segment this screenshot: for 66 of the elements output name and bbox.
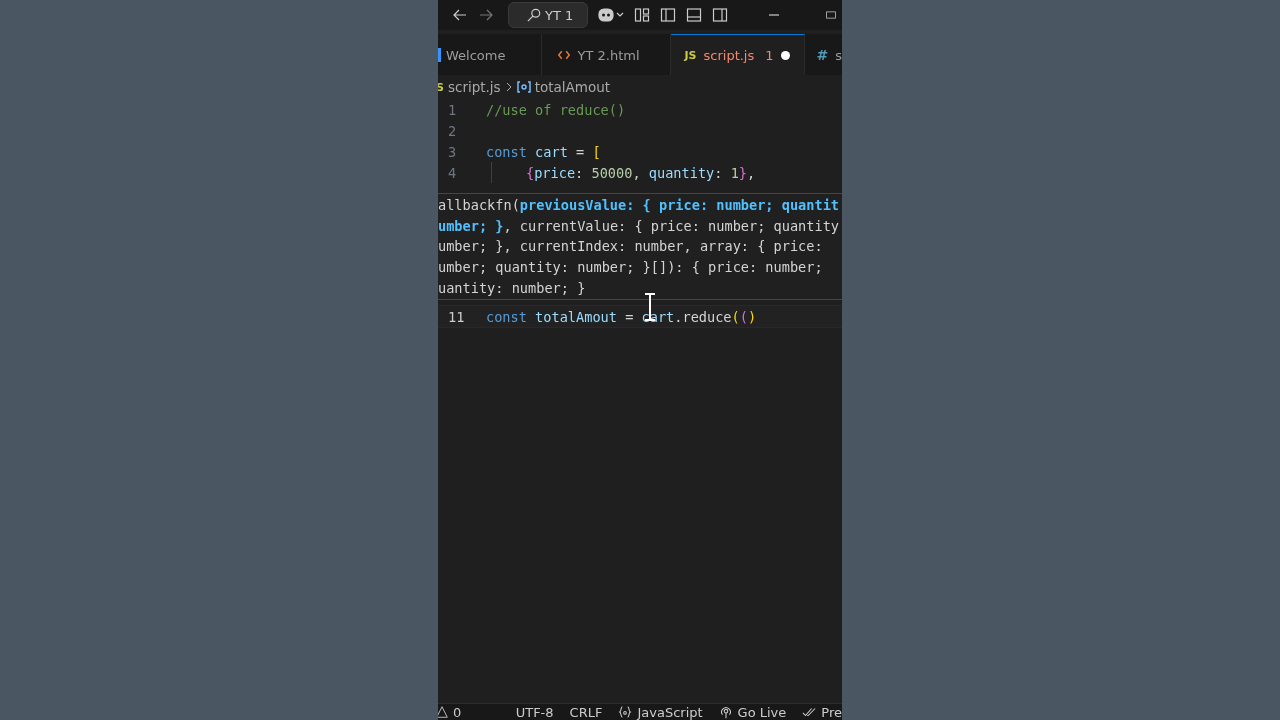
status-item[interactable]: CRLF xyxy=(569,704,603,720)
code-token: umber; } xyxy=(438,217,504,234)
hash-icon: # xyxy=(816,47,829,63)
code-token: quantity xyxy=(648,164,715,181)
code-token: [ xyxy=(592,143,601,160)
code-token: : xyxy=(575,164,585,181)
modified-dot[interactable] xyxy=(780,50,790,60)
code-token: //use of reduce() xyxy=(486,101,626,118)
status-item[interactable]: JavaScript xyxy=(618,704,703,720)
code-token: totalAmout xyxy=(535,308,617,325)
code-token: .reduce xyxy=(674,308,732,325)
broadcast-icon xyxy=(718,705,733,719)
code-token: price xyxy=(534,164,576,181)
code-token: ) xyxy=(747,308,757,325)
line-number: 11 xyxy=(447,308,466,325)
editor-tab[interactable]: YT 2.html xyxy=(542,34,671,75)
line-number: 3 xyxy=(447,143,458,160)
code-token: , xyxy=(747,164,756,181)
line-number: 4 xyxy=(447,164,458,181)
editor-tab[interactable]: JS script.js 1 xyxy=(670,34,805,75)
code-token: umber; quantity: number; }[]): { price: number; xyxy=(438,259,823,276)
js-icon: JS xyxy=(684,48,697,62)
code-token: } xyxy=(738,164,747,181)
code-token: cart xyxy=(535,143,568,160)
breadcrumb[interactable]: script.js xyxy=(447,79,501,95)
code-token: ( xyxy=(731,308,740,325)
status-item[interactable]: Pre xyxy=(802,704,842,720)
code-token: , currentValue: { price: number; quantity xyxy=(503,217,840,234)
status-item[interactable]: 0 xyxy=(438,704,462,720)
line-number: 1 xyxy=(447,101,458,118)
code-token: 50000 xyxy=(591,164,633,181)
warning-icon xyxy=(438,706,448,718)
welcome-icon xyxy=(438,48,441,62)
code-token: allbackfn( xyxy=(438,197,520,214)
layout-icon[interactable] xyxy=(634,7,651,23)
code-token: 1 xyxy=(730,164,739,181)
code-token: , xyxy=(632,164,642,181)
code-icon xyxy=(558,49,571,61)
code-token: previousValue: { price: number; quantit xyxy=(519,197,840,214)
code-token: umber; }, currentIndex: number, array: { price: xyxy=(438,238,823,255)
braces-icon xyxy=(618,705,633,719)
code-token: { xyxy=(526,164,535,181)
sidebar-icon[interactable] xyxy=(660,7,677,23)
code-token: = xyxy=(575,143,586,160)
breadcrumb[interactable]: totalAmout xyxy=(534,79,610,95)
code-token: ( xyxy=(739,308,748,325)
back-arrow-icon[interactable] xyxy=(452,7,468,23)
status-item[interactable]: UTF-8 xyxy=(515,704,554,720)
search-field[interactable]: YT 1 xyxy=(508,2,589,28)
split-icon[interactable] xyxy=(712,7,729,23)
variable-icon xyxy=(516,81,531,93)
double-check-icon xyxy=(802,705,817,719)
line-number: 2 xyxy=(447,122,458,139)
forward-arrow-icon[interactable] xyxy=(478,7,494,23)
editor-tab[interactable]: Welcome xyxy=(438,34,543,75)
status-item[interactable]: Go Live xyxy=(718,704,787,720)
panel-icon[interactable] xyxy=(686,7,703,23)
robot-icon[interactable] xyxy=(598,7,625,23)
chevron-icon xyxy=(504,82,513,92)
code-token: const xyxy=(486,143,528,160)
search-icon xyxy=(527,8,541,22)
code-token: const xyxy=(486,308,528,325)
code-token: = xyxy=(624,308,635,325)
code-token: uantity: number; } xyxy=(438,279,586,296)
code-token: : xyxy=(714,164,724,181)
problem-count: 1 xyxy=(765,47,774,63)
